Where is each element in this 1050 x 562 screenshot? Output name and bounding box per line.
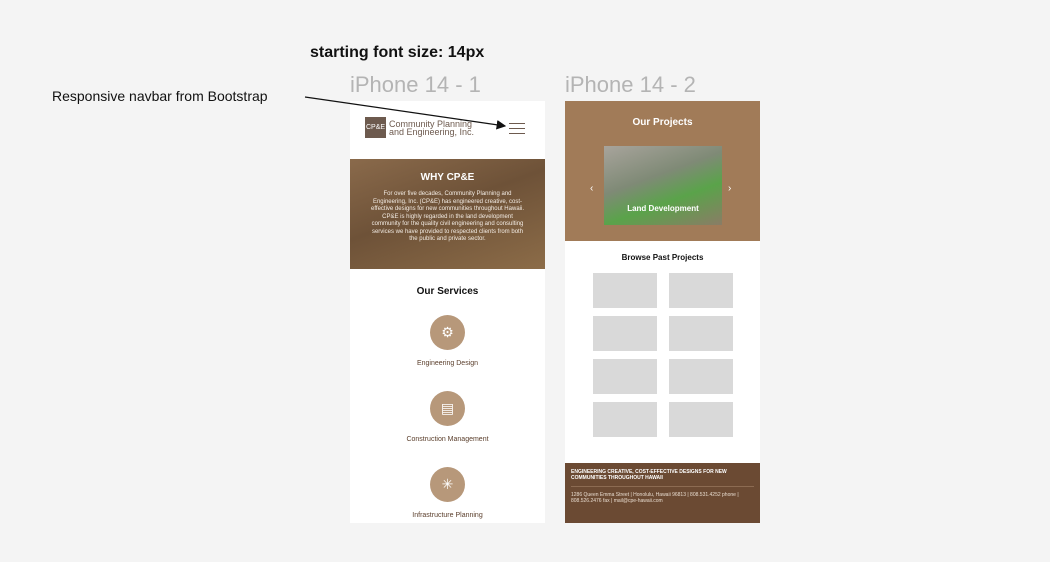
projects-section: Our Projects Land Development ‹ › [565, 101, 760, 241]
project-thumbnail[interactable] [592, 316, 657, 351]
project-thumbnail[interactable] [592, 402, 657, 437]
document-icon: ▤ [430, 391, 465, 426]
browse-title: Browse Past Projects [621, 253, 704, 262]
project-thumbnail[interactable] [592, 273, 657, 308]
footer-contact: 1286 Queen Emma Street | Honolulu, Hawai… [571, 492, 739, 504]
project-thumbnail[interactable] [668, 402, 733, 437]
service-item-engineering[interactable]: ⚙ Engineering Design [350, 315, 545, 391]
service-label: Infrastructure Planning [412, 512, 483, 519]
project-thumbnail[interactable] [668, 316, 733, 351]
service-label: Engineering Design [416, 360, 479, 367]
gears-icon: ⚙ [430, 315, 465, 350]
carousel-slide-image[interactable]: Land Development [604, 146, 722, 225]
company-logo[interactable]: CP&E Community Planning and Engineering,… [365, 117, 479, 138]
why-section: WHY CP&E For over five decades, Communit… [350, 159, 545, 269]
carousel-next-icon[interactable]: › [728, 183, 731, 194]
navbar: CP&E Community Planning and Engineering,… [350, 101, 545, 159]
font-size-note: starting font size: 14px [310, 44, 485, 61]
logo-mark: CP&E [365, 117, 386, 138]
footer: ENGINEERING CREATIVE, COST-EFFECTIVE DES… [565, 463, 760, 523]
service-item-construction[interactable]: ▤ Construction Management [350, 391, 545, 467]
service-label: Construction Management [406, 436, 489, 443]
project-thumbnail[interactable] [592, 359, 657, 394]
frame-label-1: iPhone 14 - 1 [350, 72, 481, 97]
network-icon: ✳ [430, 467, 465, 502]
logo-line-2: and Engineering, Inc. [389, 126, 475, 137]
phone-frame-1: CP&E Community Planning and Engineering,… [350, 101, 545, 523]
footer-tagline: ENGINEERING CREATIVE, COST-EFFECTIVE DES… [571, 469, 754, 487]
project-grid [565, 273, 760, 437]
why-text: For over five decades, Community Plannin… [371, 191, 524, 242]
hamburger-menu-icon[interactable] [509, 123, 525, 138]
logo-text: Community Planning and Engineering, Inc. [389, 119, 479, 137]
project-thumbnail[interactable] [668, 273, 733, 308]
phone-frame-2: Our Projects Land Development ‹ › Browse… [565, 101, 760, 523]
frame-label-2: iPhone 14 - 2 [565, 72, 696, 97]
projects-title: Our Projects [632, 117, 693, 128]
project-thumbnail[interactable] [668, 359, 733, 394]
browse-section: Browse Past Projects [565, 241, 760, 437]
services-section: Our Services ⚙ Engineering Design ▤ Cons… [350, 269, 545, 523]
slide-caption: Land Development [627, 204, 699, 213]
why-title: WHY CP&E [420, 172, 475, 183]
service-item-infrastructure[interactable]: ✳ Infrastructure Planning [350, 467, 545, 523]
services-title: Our Services [416, 286, 479, 297]
navbar-annotation: Responsive navbar from Bootstrap [52, 88, 268, 104]
carousel-prev-icon[interactable]: ‹ [590, 183, 593, 194]
